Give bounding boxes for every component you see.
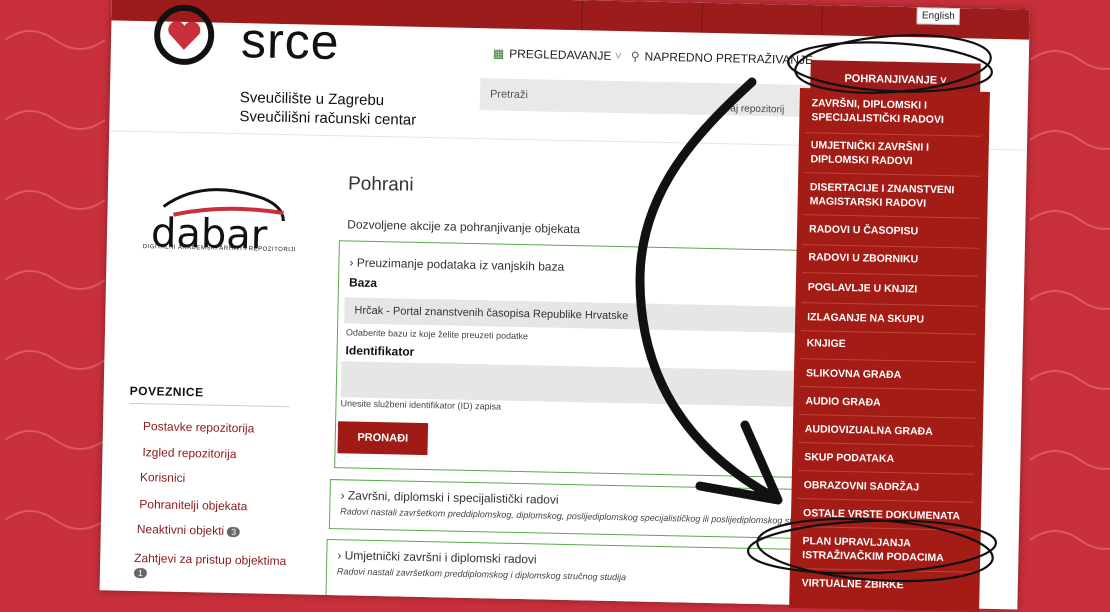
category-panel-art-theses-title: › Umjetnički završni i diplomski radovi bbox=[337, 548, 537, 567]
page-subtitle: Dozvoljene akcije za pohranjivanje objek… bbox=[347, 217, 581, 237]
identifier-help: Unesite službeni identifikator (ID) zapi… bbox=[340, 398, 502, 412]
dropdown-divider bbox=[799, 386, 976, 391]
count-badge: 1 bbox=[133, 567, 148, 579]
find-button[interactable]: PRONAĐI bbox=[337, 421, 429, 456]
theses-title-text: Završni, diplomski i specijalistički rad… bbox=[347, 488, 559, 507]
srce-heart-logo-icon bbox=[154, 4, 215, 65]
dropdown-divider bbox=[799, 414, 976, 419]
art-theses-title-text: Umjetnički završni i diplomski radovi bbox=[344, 548, 537, 567]
srce-wordmark: srce bbox=[240, 12, 341, 71]
dropdown-divider bbox=[801, 302, 978, 307]
sidebar-link-inactive-objects[interactable]: Neaktivni objekti 3 bbox=[137, 522, 241, 538]
advanced-search-icon: ⚲ bbox=[630, 49, 640, 64]
dropdown-divider bbox=[797, 470, 974, 475]
nav-browse-label: PREGLEDAVANJE bbox=[509, 46, 612, 63]
dropdown-divider bbox=[797, 498, 974, 503]
sidebar-link-users[interactable]: Korisnici bbox=[140, 470, 186, 485]
dropdown-divider bbox=[798, 442, 975, 447]
dropdown-item-theses[interactable]: ZAVRŠNI, DIPLOMSKI I SPECIJALISTIČKI RAD… bbox=[811, 96, 972, 127]
srce-subtitle-line-2: Sveučilišni računski centar bbox=[239, 108, 417, 129]
category-panel-theses-title: › Završni, diplomski i specijalistički r… bbox=[340, 488, 559, 507]
dropdown-item-journal-articles[interactable]: RADOVI U ČASOPISU bbox=[809, 222, 969, 239]
dropdown-divider bbox=[800, 358, 977, 363]
search-scope[interactable]: ovaj repozitorij bbox=[720, 103, 785, 115]
sidebar-section-title: POVEZNICE bbox=[129, 383, 204, 400]
category-panel-theses-desc: Radovi nastali završetkom preddiplomskog… bbox=[340, 506, 820, 527]
category-panel-art-theses-desc: Radovi nastali završetkom preddiplomskog… bbox=[336, 566, 627, 583]
dropdown-item-book-chapter[interactable]: POGLAVLJE U KNJIZI bbox=[808, 280, 968, 297]
chevron-down-icon: ˅ bbox=[614, 48, 622, 64]
dropdown-item-data-management-plan[interactable]: PLAN UPRAVLJANJA ISTRAŽIVAČKIM PODACIMA bbox=[802, 534, 963, 565]
srce-subtitle: Sveučilište u Zagrebu Sveučilišni računs… bbox=[239, 88, 417, 130]
nav-deposit-label: POHRANJIVANJE bbox=[844, 72, 938, 87]
sidebar-link-repo-appearance[interactable]: Izgled repozitorija bbox=[142, 445, 236, 461]
access-requests-label: Zahtjevi za pristup objektima bbox=[134, 550, 287, 569]
sidebar-link-depositors[interactable]: Pohranitelji objekata bbox=[139, 497, 247, 513]
dropdown-divider bbox=[800, 330, 977, 335]
dropdown-divider bbox=[796, 526, 973, 531]
identifier-label: Identifikator bbox=[345, 343, 415, 359]
dropdown-divider bbox=[805, 132, 982, 137]
dropdown-item-books[interactable]: KNJIGE bbox=[807, 336, 967, 353]
nav-advanced-search[interactable]: ⚲ NAPREDNO PRETRAŽIVANJE bbox=[631, 49, 814, 67]
dropdown-item-virtual-collections[interactable]: VIRTUALNE ZBIRKE bbox=[801, 576, 961, 593]
import-panel-title-text: Preuzimanje podataka iz vanjskih baza bbox=[356, 255, 565, 274]
base-label: Baza bbox=[348, 275, 378, 290]
count-badge: 3 bbox=[227, 526, 241, 538]
dropdown-item-images[interactable]: SLIKOVNA GRAĐA bbox=[806, 366, 966, 383]
nav-advanced-label: NAPREDNO PRETRAŽIVANJE bbox=[644, 49, 814, 68]
dropdown-item-dissertations[interactable]: DISERTACIJE I ZNANSTVENI MAGISTARSKI RAD… bbox=[809, 180, 970, 211]
page-title: Pohrani bbox=[347, 173, 414, 196]
dropdown-divider bbox=[802, 272, 979, 277]
base-help: Odaberite bazu iz koje želite preuzeti p… bbox=[345, 327, 529, 342]
category-panel-theses[interactable]: › Završni, diplomski i specijalistički r… bbox=[328, 479, 852, 540]
sidebar-divider bbox=[129, 402, 290, 408]
language-switch[interactable]: English bbox=[916, 7, 960, 26]
deposit-dropdown-menu: ZAVRŠNI, DIPLOMSKI I SPECIJALISTIČKI RAD… bbox=[789, 88, 990, 612]
browse-icon: ▦ bbox=[492, 46, 505, 61]
dropdown-divider bbox=[804, 172, 981, 177]
sidebar-link-access-requests[interactable]: Zahtjevi za pristup objektima 1 bbox=[133, 550, 287, 582]
dropdown-divider bbox=[803, 214, 980, 219]
inactive-objects-label: Neaktivni objekti bbox=[136, 522, 225, 538]
dropdown-item-other-documents[interactable]: OSTALE VRSTE DOKUMENATA bbox=[803, 506, 963, 523]
sidebar-link-repo-settings[interactable]: Postavke repozitorija bbox=[143, 419, 255, 435]
dropdown-item-art-theses[interactable]: UMJETNIČKI ZAVRŠNI I DIPLOMSKI RADOVI bbox=[810, 138, 971, 169]
import-panel-title[interactable]: › Preuzimanje podataka iz vanjskih baza bbox=[349, 255, 564, 273]
dropdown-divider bbox=[802, 244, 979, 249]
nav-browse[interactable]: ▦ PREGLEDAVANJE ˅ bbox=[493, 46, 622, 63]
dropdown-divider bbox=[795, 568, 972, 573]
dropdown-item-dataset[interactable]: SKUP PODATAKA bbox=[804, 450, 964, 467]
dropdown-item-educational[interactable]: OBRAZOVNI SADRŽAJ bbox=[804, 478, 964, 495]
dropdown-item-audio[interactable]: AUDIO GRAĐA bbox=[805, 394, 965, 411]
chevron-down-icon: ˅ bbox=[940, 74, 947, 87]
dropdown-item-audiovisual[interactable]: AUDIOVIZUALNA GRAĐA bbox=[805, 422, 965, 439]
import-panel: › Preuzimanje podataka iz vanjskih baza … bbox=[334, 240, 861, 480]
dropdown-item-conference-talk[interactable]: IZLAGANJE NA SKUPU bbox=[807, 310, 967, 327]
dropdown-item-proceedings[interactable]: RADOVI U ZBORNIKU bbox=[808, 250, 968, 267]
